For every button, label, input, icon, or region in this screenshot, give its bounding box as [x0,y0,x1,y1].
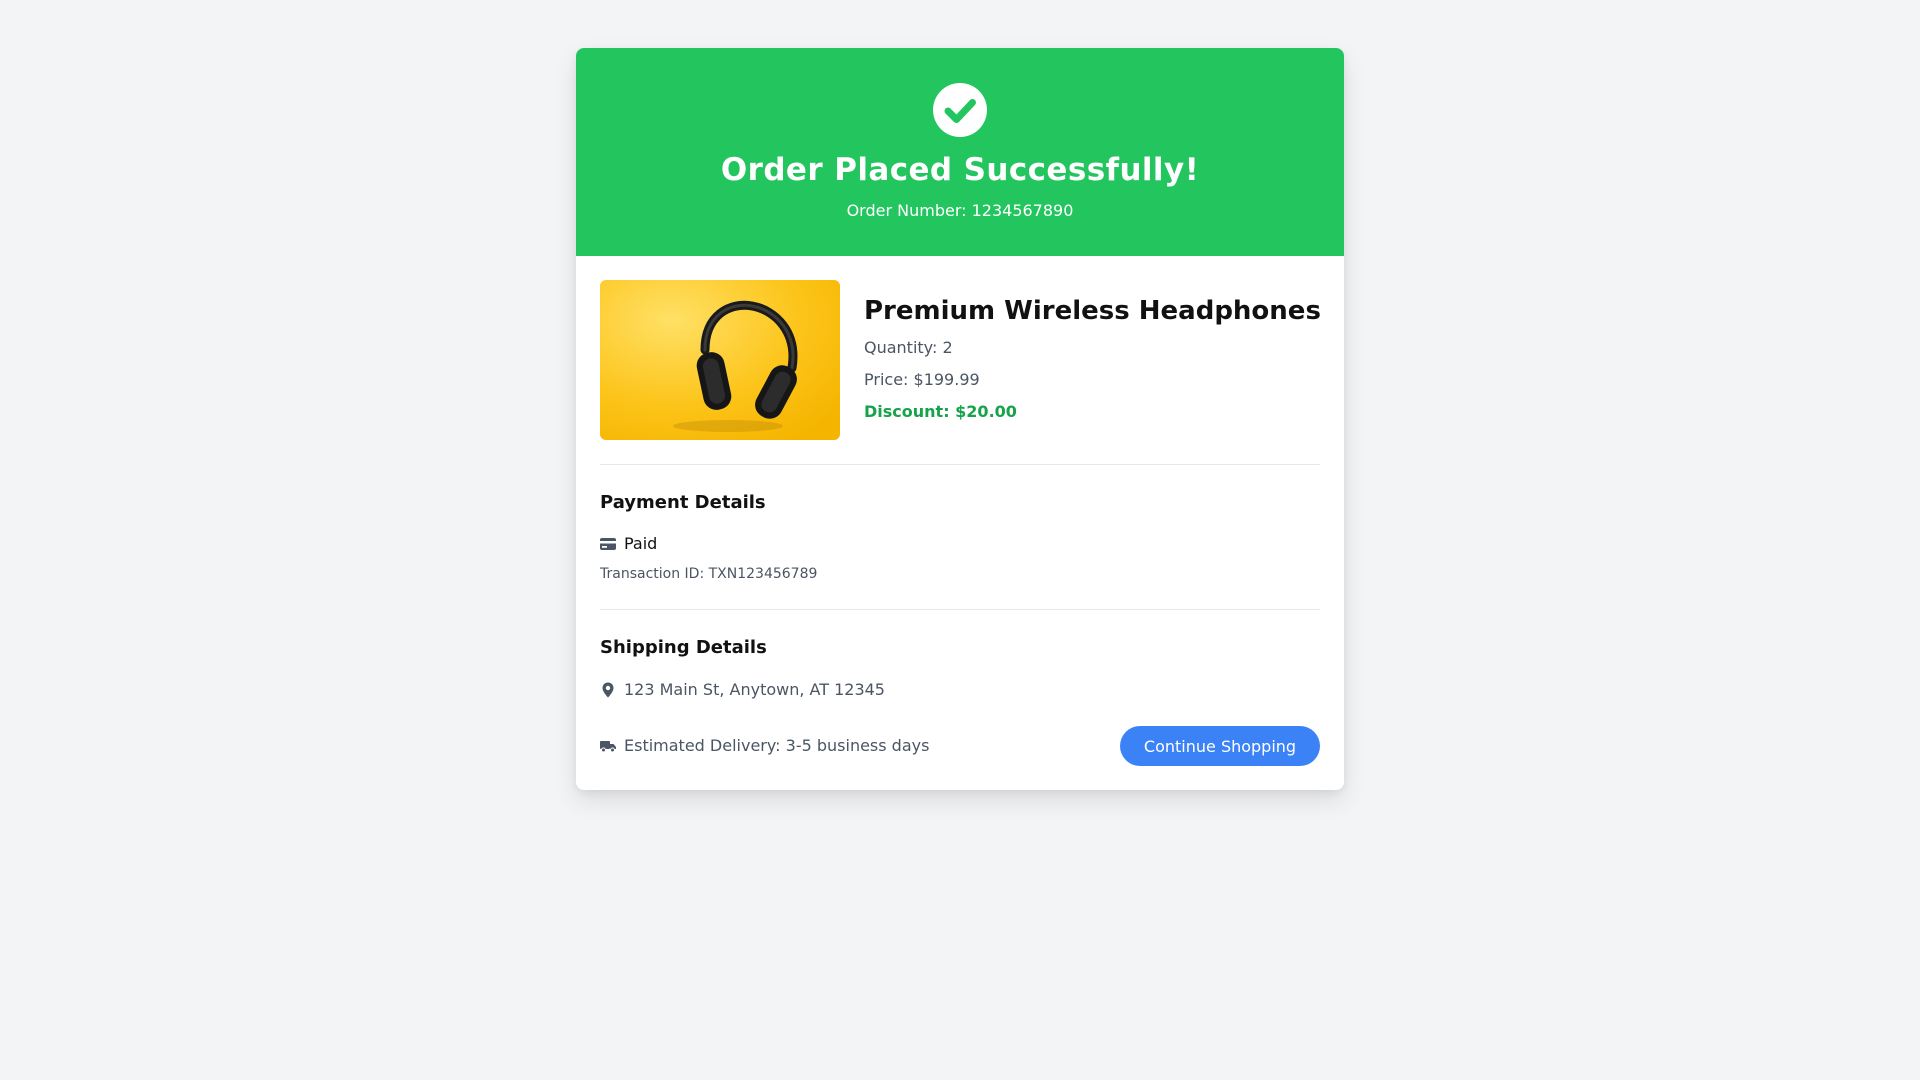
shipping-address: 123 Main St, Anytown, AT 12345 [600,680,885,699]
map-pin-icon [602,682,614,697]
order-number: Order Number: 1234567890 [846,201,1074,220]
shipping-heading: Shipping Details [600,637,767,658]
success-banner: Order Placed Successfully! Order Number:… [576,48,1344,256]
payment-status: Paid [600,534,657,553]
headphones-image [600,280,840,440]
delivery-estimate-text: Estimated Delivery: 3-5 business days [624,736,930,755]
product-discount: Discount: $20.00 [864,402,1017,421]
product-price: Price: $199.99 [864,370,980,389]
truck-icon [600,740,616,752]
product-summary: Premium Wireless Headphones Quantity: 2 … [600,280,1321,440]
check-circle-icon [933,83,987,137]
product-name: Premium Wireless Headphones [864,296,1321,326]
delivery-estimate: Estimated Delivery: 3-5 business days [600,736,929,755]
page-title: Order Placed Successfully! [720,152,1200,188]
shipping-address-text: 123 Main St, Anytown, AT 12345 [624,680,885,699]
credit-card-icon [600,537,616,550]
divider [600,609,1320,610]
order-confirmation-card: Order Placed Successfully! Order Number:… [576,48,1344,790]
continue-shopping-button[interactable]: Continue Shopping [1120,726,1320,766]
payment-status-label: Paid [624,534,658,553]
product-quantity: Quantity: 2 [864,338,953,357]
divider [600,464,1320,465]
transaction-id: Transaction ID: TXN123456789 [600,566,818,582]
product-image [600,280,840,440]
payment-heading: Payment Details [600,492,766,513]
